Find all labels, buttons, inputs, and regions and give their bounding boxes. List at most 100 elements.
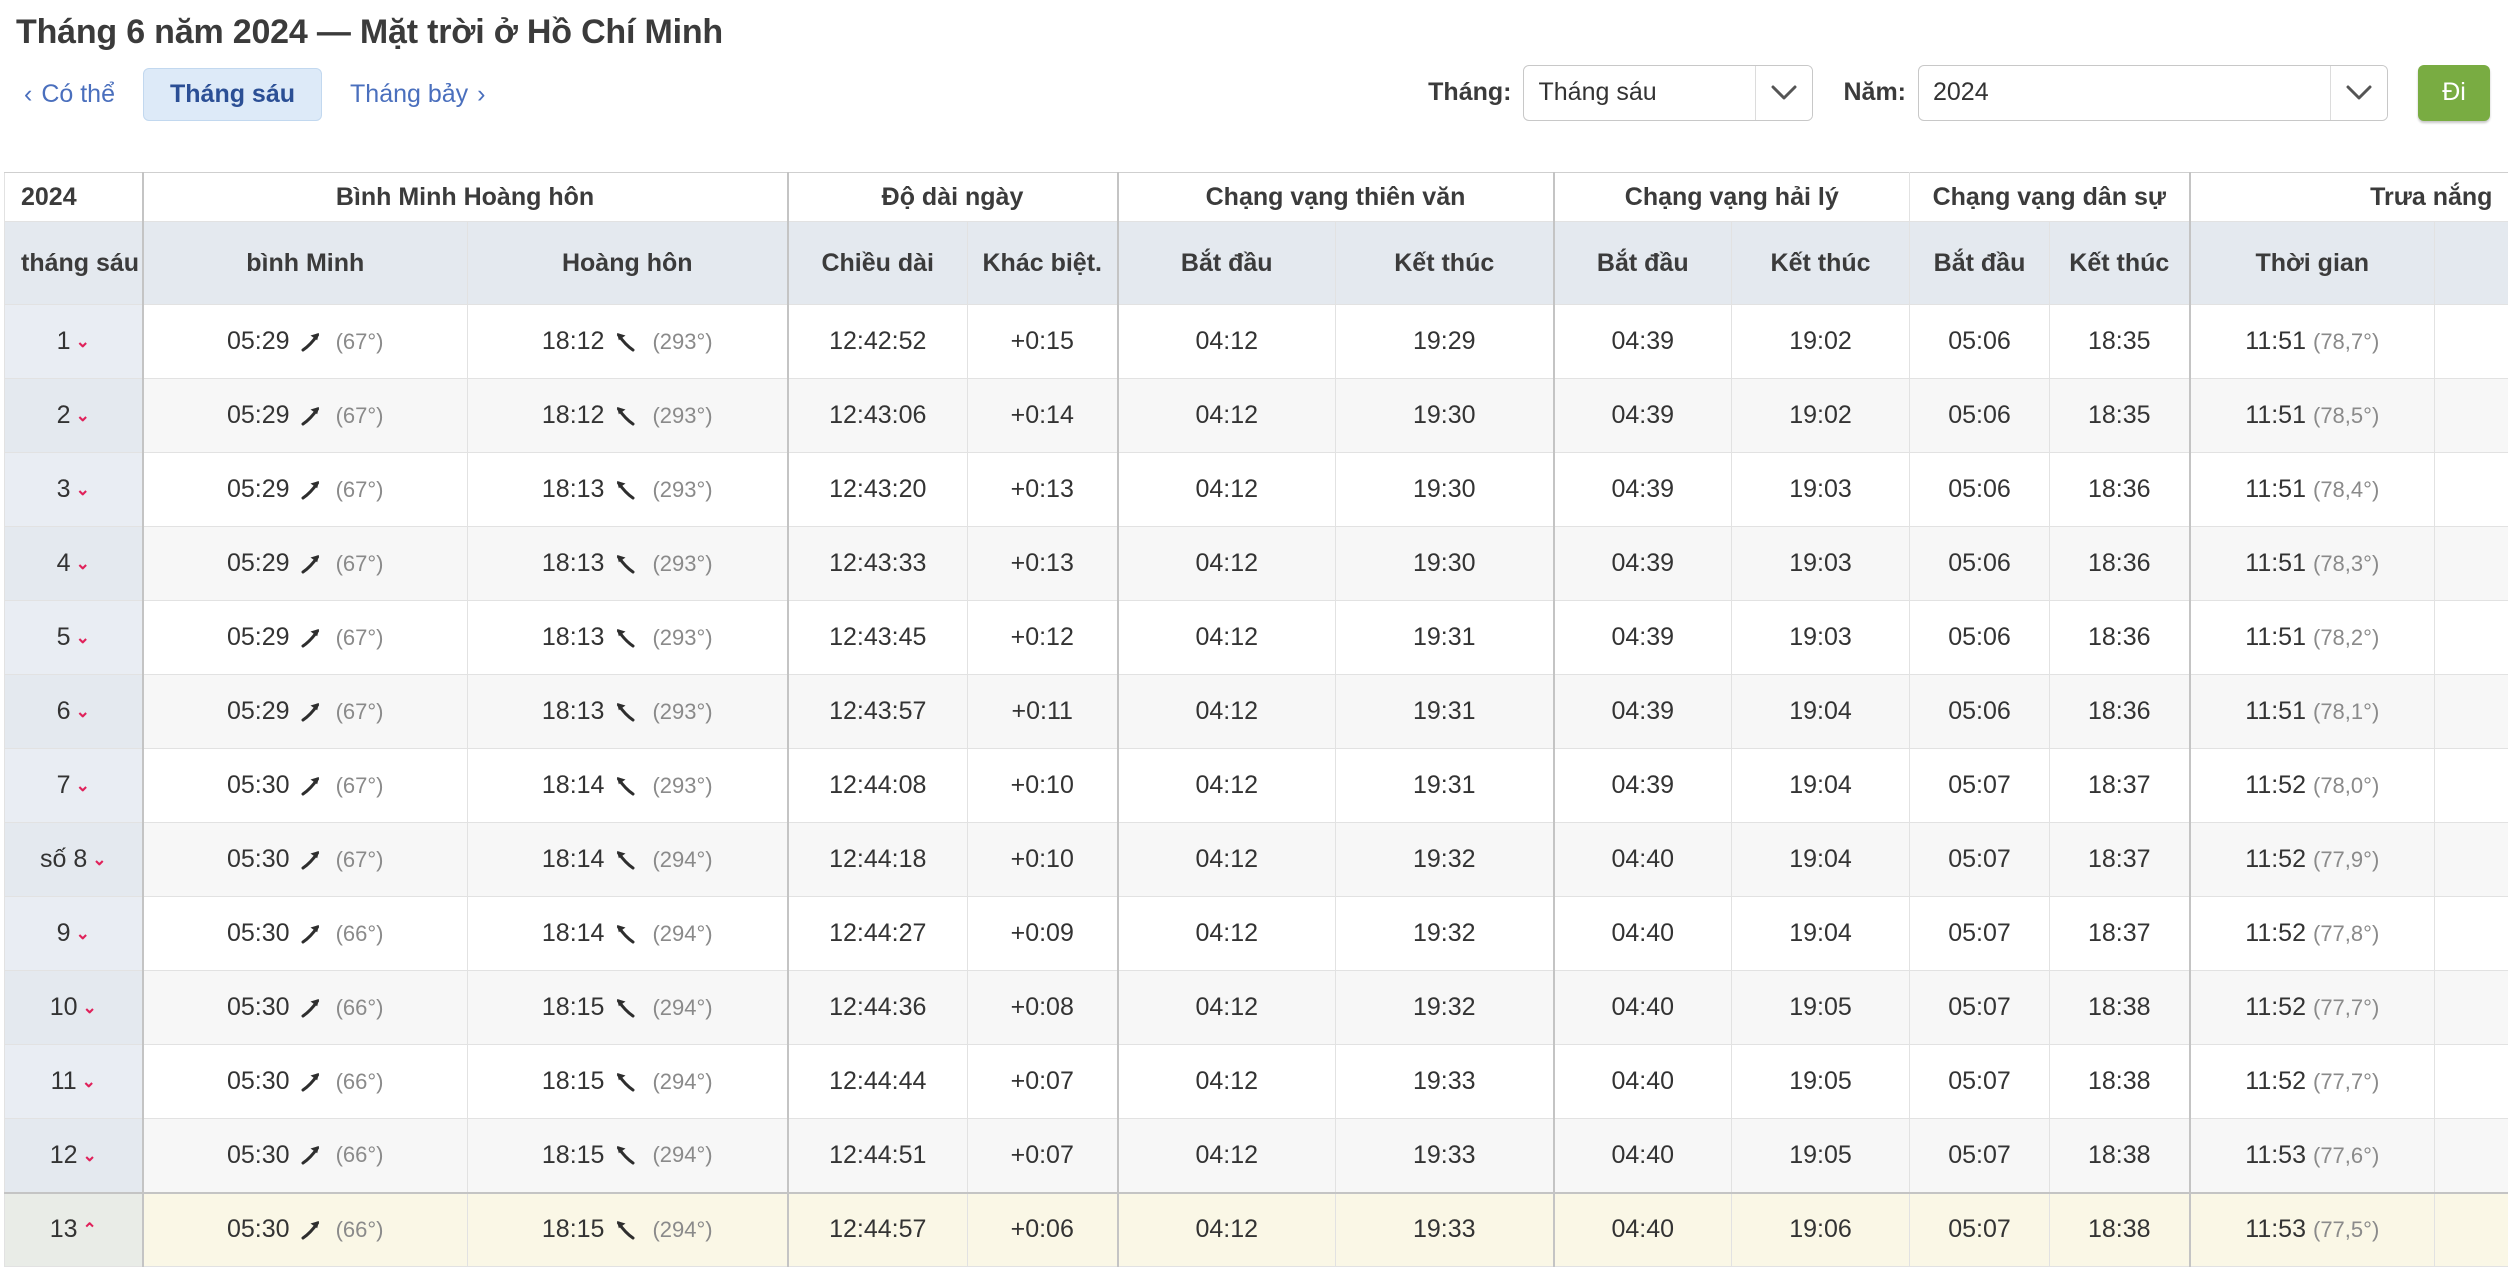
header-daylength: Độ dài ngày — [787, 172, 1119, 222]
table-row[interactable]: 1 ⌄ 05:29 (67°) 18:12 (293°) 12:42:52 +0:15 04:1… — [4, 304, 2508, 379]
day-cell[interactable]: 12 ⌄ — [4, 1118, 143, 1193]
sunrise-cell: 05:29 (67°) — [141, 674, 468, 749]
expand-caret-icon[interactable]: ⌄ — [76, 332, 90, 352]
nautical-twilight-end-cell: 19:04 — [1731, 822, 1911, 897]
table-row[interactable]: 6 ⌄ 05:29 (67°) 18:13 (293°) 12:43:57 +0:11 04:1… — [4, 674, 2508, 749]
astro-twilight-end-cell: 19:30 — [1334, 452, 1555, 527]
day-cell[interactable]: 11 ⌄ — [4, 1044, 143, 1119]
table-row[interactable]: số 8 ⌄ 05:30 (67°) 18:14 (294°) 12:44:18 +0:10 0… — [4, 822, 2508, 897]
table-row[interactable]: 9 ⌄ 05:30 (66°) 18:14 (294°) 12:44:27 +0:09 04:1… — [4, 896, 2508, 971]
table-row[interactable]: 12 ⌄ 05:30 (66°) 18:15 (294°) 12:44:51 +0:07 04:… — [4, 1118, 2508, 1193]
subheader-length: Chiều dài — [787, 221, 968, 305]
civil-twilight-end-cell: 18:38 — [2049, 1118, 2191, 1193]
table-row[interactable]: 4 ⌄ 05:29 (67°) 18:13 (293°) 12:43:33 +0:13 04:1… — [4, 526, 2508, 601]
arrow-up-right-icon — [290, 771, 332, 801]
day-cell[interactable]: 4 ⌄ — [4, 526, 143, 601]
arrow-up-left-icon — [604, 697, 646, 727]
subheader-astro-start: Bắt đầu — [1117, 221, 1336, 305]
solar-noon-altitude: (78,5°) — [2313, 403, 2380, 428]
chevron-right-icon: › — [477, 80, 486, 109]
solar-noon-altitude: (78,2°) — [2313, 625, 2380, 650]
nautical-twilight-start-cell: 04:39 — [1553, 378, 1733, 453]
solar-noon-time: 11:52 — [2245, 845, 2306, 873]
year-select[interactable]: 2024 — [1918, 64, 2388, 121]
arrow-up-right-icon — [290, 1067, 332, 1097]
sunset-direction: (294°) — [652, 994, 713, 1020]
sunrise-time: 05:30 — [227, 1067, 290, 1095]
expand-caret-icon[interactable]: ⌄ — [82, 1072, 96, 1092]
expand-caret-icon[interactable]: ⌄ — [83, 1146, 97, 1166]
nautical-twilight-end-cell: 19:06 — [1731, 1191, 1911, 1267]
table-row[interactable]: 10 ⌄ 05:30 (66°) 18:15 (294°) 12:44:36 +0:08 04:… — [4, 970, 2508, 1045]
day-cell[interactable]: 3 ⌄ — [4, 452, 143, 527]
astro-twilight-start-cell: 04:12 — [1117, 1044, 1336, 1119]
distance-km-cell: 151.830 — [2434, 748, 2508, 823]
expand-caret-icon[interactable]: ⌄ — [76, 554, 90, 574]
solar-noon-time-cell: 11:52 (77,8°) — [2189, 896, 2436, 971]
subheader-sunrise: bình Minh — [141, 221, 468, 305]
daylength-difference-cell: +0:12 — [967, 600, 1119, 675]
sunset-direction: (293°) — [652, 328, 713, 354]
astro-twilight-start-cell: 04:12 — [1117, 674, 1336, 749]
day-cell[interactable]: 5 ⌄ — [4, 600, 143, 675]
go-button[interactable]: Đi — [2418, 64, 2490, 121]
daylength-difference-cell: +0:13 — [967, 452, 1119, 527]
table-row[interactable]: 13 ⌃ 05:30 (66°) 18:15 (294°) 12:44:57 +0:06 04:… — [4, 1191, 2508, 1267]
expand-caret-icon[interactable]: ⌄ — [76, 406, 90, 426]
day-number: 1 — [56, 327, 71, 355]
day-cell[interactable]: 1 ⌄ — [4, 304, 143, 379]
civil-twilight-start-cell: 05:07 — [1909, 1191, 2051, 1267]
table-row[interactable]: 3 ⌄ 05:29 (67°) 18:13 (293°) 12:43:20 +0:13 04:1… — [4, 452, 2508, 527]
sunset-direction: (293°) — [652, 402, 713, 428]
solar-noon-time: 11:51 — [2245, 475, 2306, 503]
civil-twilight-end-cell: 18:38 — [2049, 1044, 2191, 1119]
expand-caret-icon[interactable]: ⌄ — [76, 702, 90, 722]
daylength-difference-cell: +0:14 — [967, 378, 1119, 453]
month-select[interactable]: Tháng sáu — [1523, 64, 1814, 121]
daylength-difference-cell: +0:07 — [967, 1044, 1119, 1119]
nautical-twilight-start-cell: 04:39 — [1553, 526, 1733, 601]
current-month-tab[interactable]: Tháng sáu — [143, 68, 323, 122]
expand-caret-icon[interactable]: ⌄ — [92, 850, 106, 870]
sunrise-direction: (67°) — [335, 698, 384, 724]
day-cell[interactable]: số 8 ⌄ — [4, 822, 143, 897]
table-row[interactable]: 2 ⌄ 05:29 (67°) 18:12 (293°) 12:43:06 +0:14 04:1… — [4, 378, 2508, 453]
prev-month-link[interactable]: ‹ Có thể — [10, 74, 129, 115]
daylength-cell: 12:43:57 — [787, 674, 968, 749]
sunset-direction: (293°) — [652, 476, 713, 502]
day-cell[interactable]: 9 ⌄ — [4, 896, 143, 971]
day-cell[interactable]: 2 ⌄ — [4, 378, 143, 453]
nautical-twilight-end-cell: 19:02 — [1731, 304, 1911, 379]
expand-caret-icon[interactable]: ⌄ — [76, 776, 90, 796]
expand-caret-icon[interactable]: ⌄ — [76, 480, 90, 500]
distance-km-cell: 151.866 — [2434, 896, 2508, 971]
day-cell[interactable]: 13 ⌃ — [4, 1191, 143, 1267]
expand-caret-icon[interactable]: ⌃ — [83, 1220, 97, 1240]
header-solar-noon: Trưa nắng — [2189, 172, 2508, 222]
solar-noon-altitude: (77,9°) — [2313, 847, 2380, 872]
sunrise-direction: (67°) — [335, 328, 384, 354]
day-cell[interactable]: 6 ⌄ — [4, 674, 143, 749]
solar-noon-time-cell: 11:51 (78,7°) — [2189, 304, 2436, 379]
day-cell[interactable]: 10 ⌄ — [4, 970, 143, 1045]
subheader-noon-time: Thời gian — [2189, 221, 2436, 305]
table-row[interactable]: 5 ⌄ 05:29 (67°) 18:13 (293°) 12:43:45 +0:12 04:1… — [4, 600, 2508, 675]
table-row[interactable]: 11 ⌄ 05:30 (66°) 18:15 (294°) 12:44:44 +0:07 04:… — [4, 1044, 2508, 1119]
arrow-up-right-icon — [290, 845, 332, 875]
daylength-difference-cell: +0:06 — [967, 1191, 1119, 1267]
solar-noon-altitude: (77,7°) — [2313, 1069, 2380, 1094]
subheader-civil-start: Bắt đầu — [1909, 221, 2051, 305]
month-select-value: Tháng sáu — [1538, 78, 1657, 107]
next-month-link[interactable]: Tháng bảy › — [336, 74, 499, 115]
expand-caret-icon[interactable]: ⌄ — [83, 998, 97, 1018]
sunrise-direction: (67°) — [335, 772, 384, 798]
arrow-up-right-icon — [290, 993, 332, 1023]
astro-twilight-start-cell: 04:12 — [1117, 896, 1336, 971]
expand-caret-icon[interactable]: ⌄ — [76, 628, 90, 648]
day-number: 7 — [56, 771, 71, 799]
arrow-up-right-icon — [290, 919, 332, 949]
day-cell[interactable]: 7 ⌄ — [4, 748, 143, 823]
table-row[interactable]: 7 ⌄ 05:30 (67°) 18:14 (293°) 12:44:08 +0:10 04:1… — [4, 748, 2508, 823]
astro-twilight-start-cell: 04:12 — [1117, 970, 1336, 1045]
expand-caret-icon[interactable]: ⌄ — [76, 924, 90, 944]
